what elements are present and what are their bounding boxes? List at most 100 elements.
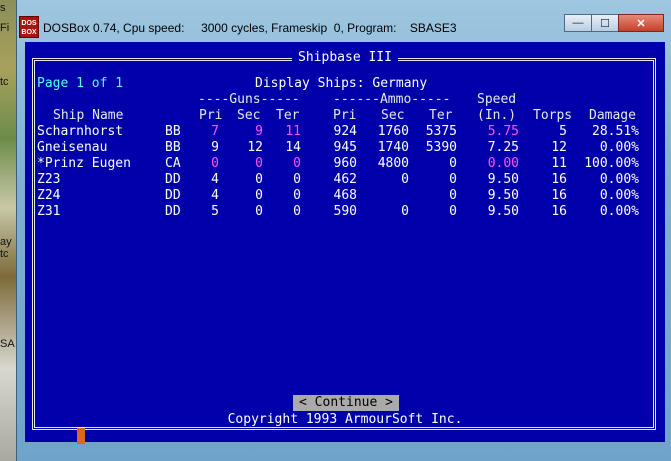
dosbox-window: DOS BOX DOSBox 0.74, Cpu speed: 3000 cyc… xyxy=(16,0,671,461)
cell-speed: 9.50 xyxy=(487,172,519,187)
window-title: DOSBox 0.74, Cpu speed: 3000 cycles, Fra… xyxy=(43,21,457,35)
cell-speed: 9.50 xyxy=(487,204,519,219)
app-title: Shipbase III xyxy=(25,50,665,65)
dosbox-icon[interactable]: DOS BOX xyxy=(19,16,39,38)
cell-type: BB xyxy=(165,140,181,155)
cell-gun-ter: 0 xyxy=(293,156,301,171)
desktop-fragment: ay xyxy=(0,236,12,248)
page-label: Page 1 of 1 xyxy=(37,76,124,91)
cell-name: Scharnhorst xyxy=(37,124,124,139)
cell-gun-sec: 12 xyxy=(247,140,263,155)
cell-am-ter: 0 xyxy=(449,188,457,203)
guns-group-header: ----Guns----- xyxy=(198,92,300,107)
cell-torps: 16 xyxy=(551,172,567,187)
cell-am-sec: 0 xyxy=(401,204,409,219)
desktop-background: s Fi tc ay tc SA xyxy=(0,0,16,461)
cell-gun-ter: 14 xyxy=(285,140,301,155)
cell-am-pri: 468 xyxy=(333,188,357,203)
cell-torps: 16 xyxy=(551,188,567,203)
cell-speed: 9.50 xyxy=(487,188,519,203)
cell-torps: 11 xyxy=(551,156,567,171)
ammo-group-header: ------Ammo----- xyxy=(333,92,451,107)
minimize-button[interactable]: — xyxy=(564,14,592,32)
cell-gun-pri: 4 xyxy=(211,188,219,203)
window-controls: — ☐ ✕ xyxy=(564,14,664,32)
dos-cursor xyxy=(77,428,85,444)
cell-gun-pri: 0 xyxy=(211,156,219,171)
title-bar[interactable]: DOS BOX DOSBox 0.74, Cpu speed: 3000 cyc… xyxy=(17,0,671,42)
cell-am-sec: 1740 xyxy=(377,140,409,155)
cell-gun-pri: 7 xyxy=(211,124,219,139)
col-damage: Damage xyxy=(589,108,636,123)
cell-torps: 5 xyxy=(559,124,567,139)
desktop-fragment: tc xyxy=(0,248,9,260)
cell-am-pri: 590 xyxy=(333,204,357,219)
desktop-fragment: s xyxy=(0,2,6,14)
cell-damage: 0.00% xyxy=(599,140,639,155)
cell-gun-pri: 5 xyxy=(211,204,219,219)
speed-group-header: Speed xyxy=(477,92,517,107)
desktop-fragment: Fi xyxy=(0,22,10,34)
cell-gun-sec: 0 xyxy=(255,188,263,203)
cell-gun-ter: 0 xyxy=(293,172,301,187)
col-ammo-sec: Sec xyxy=(381,108,405,123)
cell-gun-ter: 0 xyxy=(293,188,301,203)
cell-am-ter: 5390 xyxy=(425,140,457,155)
dos-screen: Shipbase III Page 1 of 1 Display Ships: … xyxy=(25,42,665,442)
cell-speed: 0.00 xyxy=(487,156,519,171)
cell-type: CA xyxy=(165,156,181,171)
maximize-button[interactable]: ☐ xyxy=(591,14,619,32)
cell-gun-sec: 9 xyxy=(255,124,263,139)
cell-am-sec: 0 xyxy=(401,172,409,187)
continue-button[interactable]: < Continue > xyxy=(293,395,399,411)
cell-type: DD xyxy=(165,204,181,219)
cell-type: DD xyxy=(165,172,181,187)
cell-gun-ter: 0 xyxy=(293,204,301,219)
cell-gun-pri: 9 xyxy=(211,140,219,155)
cell-am-pri: 960 xyxy=(333,156,357,171)
cell-name: Z31 xyxy=(37,204,61,219)
col-torps: Torps xyxy=(533,108,573,123)
cell-am-ter: 0 xyxy=(449,156,457,171)
col-ammo-pri: Pri xyxy=(333,108,357,123)
cell-damage: 0.00% xyxy=(599,204,639,219)
cell-gun-ter: 11 xyxy=(285,124,301,139)
cell-speed: 7.25 xyxy=(487,140,519,155)
cell-gun-sec: 0 xyxy=(255,156,263,171)
col-gun-ter: Ter xyxy=(276,108,300,123)
cell-speed: 5.75 xyxy=(487,124,519,139)
cell-am-ter: 5375 xyxy=(425,124,457,139)
cell-am-sec: 4800 xyxy=(377,156,409,171)
cell-type: DD xyxy=(165,188,181,203)
cell-am-pri: 462 xyxy=(333,172,357,187)
cell-name: Z23 xyxy=(37,172,61,187)
cell-damage: 0.00% xyxy=(599,188,639,203)
cell-damage: 0.00% xyxy=(599,172,639,187)
cell-am-ter: 0 xyxy=(449,172,457,187)
page-subtitle: Display Ships: Germany xyxy=(255,76,428,91)
desktop-fragment: SA xyxy=(0,338,15,350)
cell-gun-pri: 4 xyxy=(211,172,219,187)
cell-damage: 28.51% xyxy=(592,124,639,139)
copyright: Copyright 1993 ArmourSoft Inc. xyxy=(25,412,665,427)
col-speed: (In.) xyxy=(477,108,517,123)
cell-am-pri: 924 xyxy=(333,124,357,139)
col-gun-pri: Pri xyxy=(199,108,223,123)
cell-am-sec: 1760 xyxy=(377,124,409,139)
col-ammo-ter: Ter xyxy=(429,108,453,123)
cell-type: BB xyxy=(165,124,181,139)
cell-am-pri: 945 xyxy=(333,140,357,155)
col-gun-sec: Sec xyxy=(237,108,261,123)
cell-name: Gneisenau xyxy=(37,140,108,155)
close-button[interactable]: ✕ xyxy=(618,14,664,32)
cell-gun-sec: 0 xyxy=(255,204,263,219)
cell-torps: 12 xyxy=(551,140,567,155)
col-ship-name: Ship Name xyxy=(53,108,124,123)
cell-damage: 100.00% xyxy=(584,156,639,171)
cell-name: *Prinz Eugen xyxy=(37,156,131,171)
cell-am-ter: 0 xyxy=(449,204,457,219)
cell-name: Z24 xyxy=(37,188,61,203)
cell-gun-sec: 0 xyxy=(255,172,263,187)
cell-torps: 16 xyxy=(551,204,567,219)
desktop-fragment: tc xyxy=(0,76,9,88)
